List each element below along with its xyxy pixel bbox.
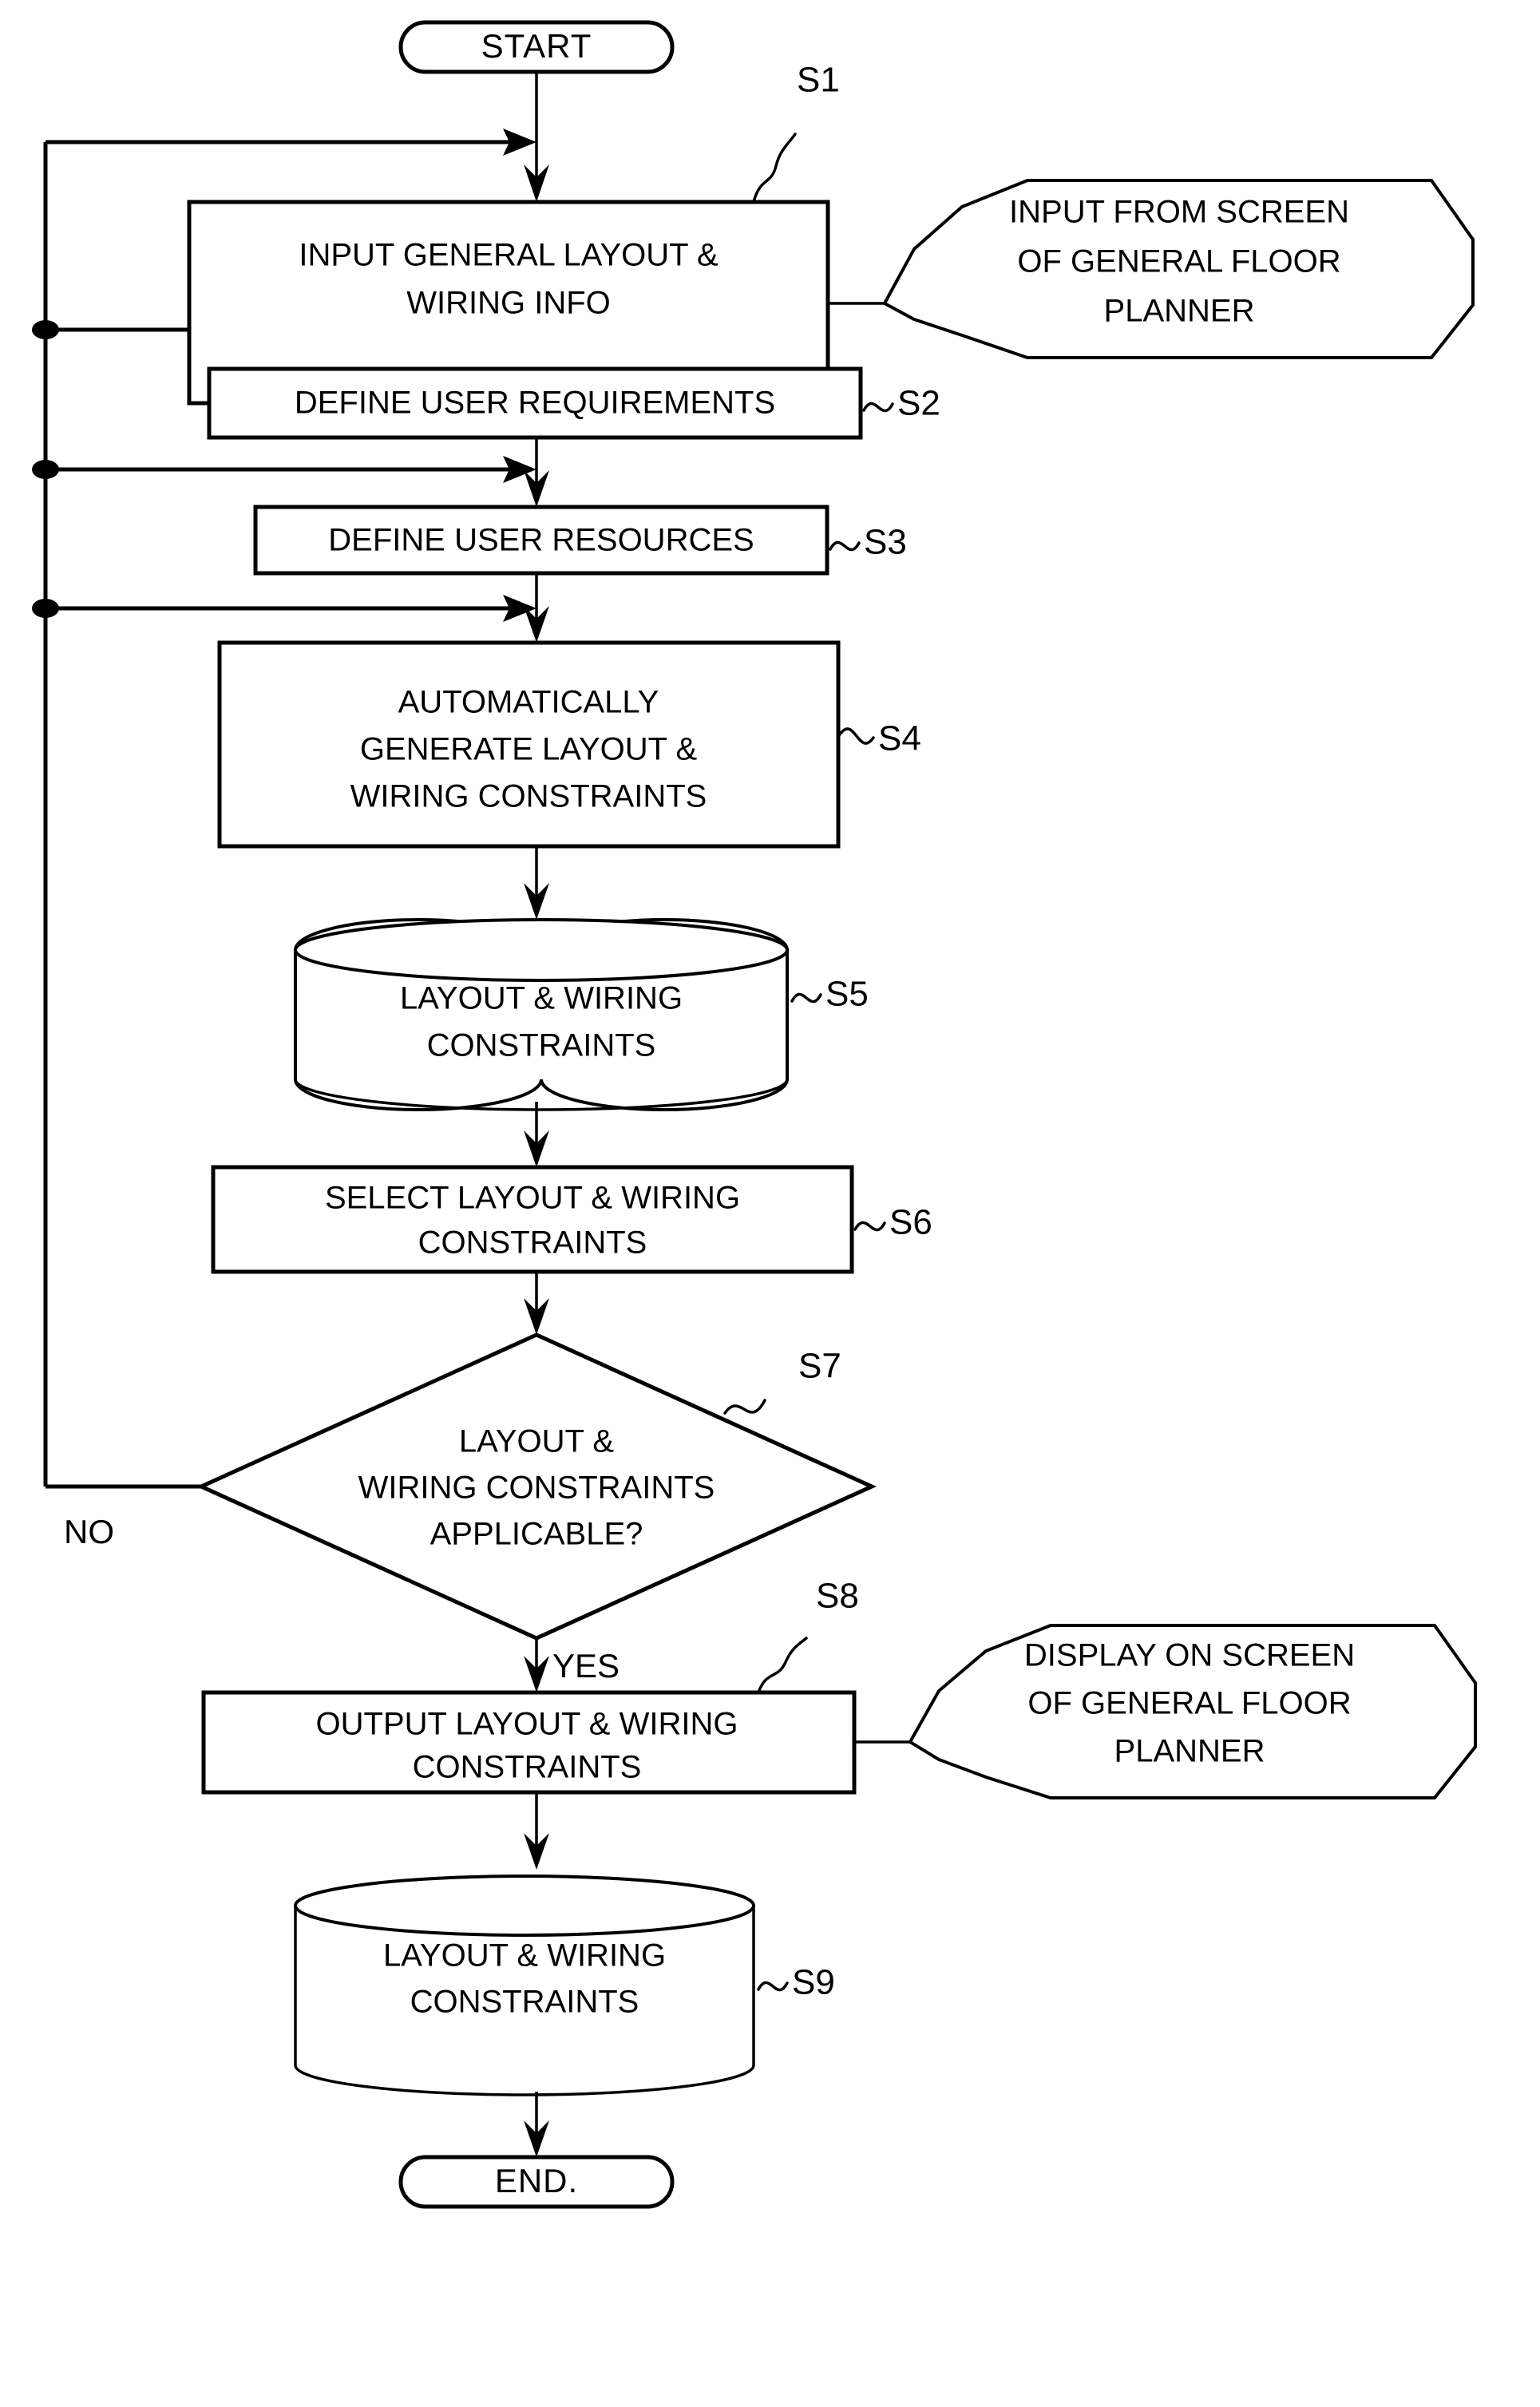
s9-leader-line <box>757 1981 789 1992</box>
display-note-line-2: OF GENERAL FLOOR <box>1027 1686 1351 1721</box>
s8-leader-line <box>757 1637 808 1694</box>
s9-label-line-1: LAYOUT & WIRING <box>383 1938 666 1974</box>
node-end[interactable]: END. <box>398 2155 675 2209</box>
s6-label-line-2: CONSTRAINTS <box>418 1225 647 1261</box>
input-note-line-3: PLANNER <box>1104 294 1255 329</box>
node-s7[interactable]: LAYOUT & WIRING CONSTRAINTS APPLICABLE? <box>196 1332 877 1641</box>
s5-leader-line <box>790 992 822 1004</box>
s4-leader-line <box>838 727 875 745</box>
s9-cylinder-bottom <box>294 2065 755 2096</box>
branch-label-no: NO <box>64 1513 114 1550</box>
display-note-line-1: DISPLAY ON SCREEN <box>1024 1638 1355 1673</box>
s8-label-line-2: CONSTRAINTS <box>413 1750 642 1785</box>
node-s4[interactable]: AUTOMATICALLY GENERATE LAYOUT & WIRING C… <box>217 640 841 849</box>
step-marker-s7: S7 <box>723 1347 841 1415</box>
s3-leader-line <box>829 540 861 552</box>
s4-label-line-3: WIRING CONSTRAINTS <box>350 779 707 814</box>
s4-label-line-1: AUTOMATICALLY <box>398 685 659 720</box>
node-s2[interactable]: DEFINE USER REQUIREMENTS <box>207 366 863 440</box>
s2-leader-line <box>862 402 894 413</box>
step-marker-s9: S9 <box>757 1963 835 2002</box>
s9-label-line-2: CONSTRAINTS <box>410 1985 639 2020</box>
s1-step-id: S1 <box>797 61 840 100</box>
input-note-line-1: INPUT FROM SCREEN <box>1009 195 1349 230</box>
node-start[interactable]: START <box>398 20 675 74</box>
s5-step-id: S5 <box>825 975 869 1014</box>
node-s6[interactable]: SELECT LAYOUT & WIRING CONSTRAINTS <box>211 1165 854 1274</box>
junction-dot-s2 <box>32 320 59 339</box>
s6-step-id: S6 <box>889 1203 932 1242</box>
node-s3[interactable]: DEFINE USER RESOURCES <box>253 505 829 576</box>
step-marker-s3: S3 <box>829 523 907 562</box>
s3-label-line-1: DEFINE USER RESOURCES <box>328 523 754 558</box>
s7-label-line-1: LAYOUT & <box>459 1424 614 1459</box>
step-marker-s5: S5 <box>790 975 869 1014</box>
s3-step-id: S3 <box>864 523 907 562</box>
s1-label-line-2: WIRING INFO <box>406 286 611 321</box>
annotation-input-note: INPUT FROM SCREEN OF GENERAL FLOOR PLANN… <box>828 179 1475 359</box>
s9-step-id: S9 <box>792 1963 835 2002</box>
node-s9[interactable]: LAYOUT & WIRING CONSTRAINTS <box>294 1875 755 2096</box>
junction-dot-s4 <box>32 599 59 618</box>
s7-label-line-3: APPLICABLE? <box>430 1517 643 1552</box>
s5-label-line-2: CONSTRAINTS <box>427 1028 656 1063</box>
step-marker-s1: S1 <box>752 61 840 204</box>
start-label: START <box>481 27 592 65</box>
s7-label-line-2: WIRING CONSTRAINTS <box>358 1471 715 1506</box>
input-note-line-2: OF GENERAL FLOOR <box>1017 244 1340 279</box>
annotation-display-note: DISPLAY ON SCREEN OF GENERAL FLOOR PLANN… <box>854 1624 1477 1799</box>
flowchart-svg: START INPUT GENERAL LAYOUT & WIRING INFO… <box>32 20 1477 2209</box>
end-label: END. <box>495 2162 578 2199</box>
s4-label-line-2: GENERATE LAYOUT & <box>360 732 698 767</box>
s5-cylinder-top <box>294 918 789 982</box>
s5-label-line-1: LAYOUT & WIRING <box>400 981 683 1016</box>
s1-leader-line <box>752 133 797 204</box>
branch-label-yes: YES <box>552 1647 620 1685</box>
display-note-line-3: PLANNER <box>1114 1734 1265 1769</box>
node-s5[interactable]: LAYOUT & WIRING CONSTRAINTS <box>294 918 789 1111</box>
s6-label-line-1: SELECT LAYOUT & WIRING <box>325 1181 740 1216</box>
flowchart-canvas: START INPUT GENERAL LAYOUT & WIRING INFO… <box>0 0 1540 2407</box>
node-s8[interactable]: OUTPUT LAYOUT & WIRING CONSTRAINTS <box>201 1690 857 1795</box>
s7-leader-line <box>723 1399 766 1415</box>
s9-cylinder-top <box>294 1875 755 1937</box>
s4-step-id: S4 <box>878 719 921 758</box>
s8-label-line-1: OUTPUT LAYOUT & WIRING <box>316 1707 738 1742</box>
step-marker-s8: S8 <box>757 1577 859 1694</box>
s8-step-id: S8 <box>816 1577 859 1616</box>
step-marker-s6: S6 <box>853 1203 932 1242</box>
step-marker-s4: S4 <box>838 719 921 758</box>
s1-label-line-1: INPUT GENERAL LAYOUT & <box>299 238 719 273</box>
step-marker-s2: S2 <box>862 384 940 423</box>
s2-step-id: S2 <box>897 384 940 423</box>
s6-leader-line <box>853 1221 886 1232</box>
s7-step-id: S7 <box>798 1347 841 1386</box>
s2-label-line-1: DEFINE USER REQUIREMENTS <box>295 386 775 421</box>
junction-dot-s3 <box>32 460 59 479</box>
